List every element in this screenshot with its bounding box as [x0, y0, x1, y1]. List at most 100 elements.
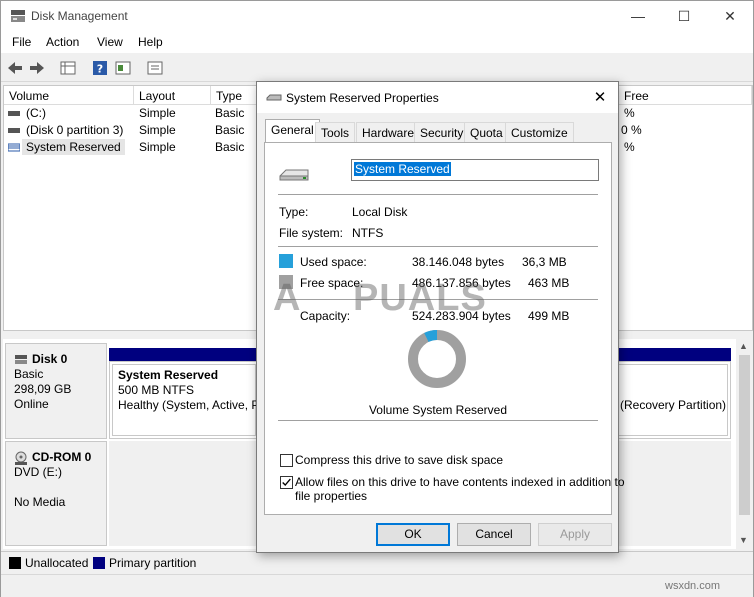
column-header-free[interactable]: Free	[619, 86, 752, 105]
disk-type: Basic	[14, 367, 44, 381]
volume-type: Basic	[215, 140, 245, 154]
hard-disk-icon	[15, 355, 27, 364]
minimize-button[interactable]: —	[615, 1, 661, 31]
menu-view[interactable]: View	[97, 35, 123, 49]
disk-0-label[interactable]: Disk 0 Basic 298,09 GB Online	[5, 343, 107, 439]
index-checkbox[interactable]	[280, 476, 293, 489]
svg-text:?: ?	[97, 63, 103, 76]
partition-recovery-status: (Recovery Partition)	[620, 398, 727, 412]
partition-size: 500 MB NTFS	[118, 383, 195, 397]
vertical-scrollbar[interactable]: ▲ ▼	[736, 339, 753, 549]
separator	[278, 246, 598, 247]
cdrom-0-label[interactable]: CD-ROM 0 DVD (E:) No Media	[5, 441, 107, 546]
dialog-title: System Reserved Properties	[286, 91, 439, 105]
tab-quota[interactable]: Quota	[464, 122, 509, 142]
free-space-size: 463 MB	[528, 276, 570, 290]
drive-icon	[8, 111, 20, 116]
separator	[278, 420, 598, 421]
legend-swatch-unallocated	[9, 557, 21, 569]
disk-management-app-icon	[11, 10, 25, 22]
index-label-line2: file properties	[295, 489, 368, 503]
tab-customize[interactable]: Customize	[505, 122, 574, 142]
menu-file[interactable]: File	[12, 35, 31, 49]
scroll-thumb[interactable]	[739, 355, 750, 515]
general-tab-panel: System Reserved Type: Local Disk File sy…	[264, 142, 625, 515]
cdrom-status: No Media	[14, 495, 66, 509]
status-bar: wsxdn.com	[1, 574, 753, 597]
ok-button[interactable]: OK	[376, 523, 450, 546]
volume-name-text: System Reserved	[354, 162, 451, 176]
volume-name: System Reserved	[22, 139, 125, 155]
forward-arrow-icon[interactable]	[28, 59, 46, 77]
compress-label: Compress this drive to save disk space	[295, 453, 504, 467]
cdrom-drive: DVD (E:)	[14, 465, 62, 479]
details-view-icon[interactable]	[114, 59, 132, 77]
volume-free: %	[624, 106, 635, 120]
disk-name: Disk 0	[32, 352, 68, 366]
file-system-label: File system:	[279, 226, 344, 240]
volume-type: Basic	[215, 123, 245, 137]
drive-large-icon	[279, 169, 309, 181]
cancel-button[interactable]: Cancel	[457, 523, 531, 546]
type-label: Type:	[279, 205, 309, 219]
scroll-down-icon[interactable]: ▼	[739, 535, 748, 545]
cdrom-name: CD-ROM 0	[32, 450, 92, 464]
column-header-layout[interactable]: Layout	[134, 86, 211, 105]
volume-layout: Simple	[139, 106, 176, 120]
properties-icon[interactable]	[146, 59, 164, 77]
dialog-close-button[interactable]: ✕	[587, 87, 613, 109]
menu-action[interactable]: Action	[46, 35, 79, 49]
legend-label-primary: Primary partition	[109, 556, 197, 570]
column-header-volume[interactable]: Volume	[4, 86, 134, 105]
compress-checkbox[interactable]	[280, 454, 293, 467]
watermark-site: wsxdn.com	[665, 580, 721, 592]
volume-layout: Simple	[139, 140, 176, 154]
used-space-slice	[424, 330, 438, 343]
partition-name: System Reserved	[118, 368, 219, 382]
maximize-button[interactable]: ☐	[661, 1, 707, 31]
partition-status: Healthy (System, Active, P	[118, 398, 260, 412]
cdrom-blank	[14, 480, 106, 495]
list-view-icon[interactable]	[59, 59, 77, 77]
disk-usage-donut-chart	[408, 330, 466, 388]
used-space-bytes: 38.146.048 bytes	[412, 255, 505, 269]
legend-swatch-primary	[93, 557, 105, 569]
volume-name: (C:)	[26, 106, 46, 120]
toolbar: ?	[1, 54, 753, 82]
close-button[interactable]: ✕	[707, 1, 753, 31]
volume-name-input[interactable]: System Reserved	[351, 159, 599, 181]
tab-hardware[interactable]: Hardware	[356, 122, 421, 142]
dialog-title-bar: System Reserved Properties ✕	[257, 82, 618, 113]
title-bar: Disk Management — ☐ ✕	[1, 1, 753, 31]
properties-dialog: System Reserved Properties ✕ General Too…	[256, 81, 625, 553]
separator	[278, 194, 598, 195]
capacity-label: Capacity:	[300, 309, 351, 323]
drive-icon	[266, 94, 282, 101]
used-space-size: 36,3 MB	[522, 255, 567, 269]
cd-drive-icon	[15, 451, 27, 465]
volume-caption: Volume System Reserved	[368, 403, 508, 417]
volume-layout: Simple	[139, 123, 176, 137]
used-space-label: Used space:	[300, 255, 367, 269]
volume-free: %	[624, 140, 635, 154]
back-arrow-icon[interactable]	[6, 59, 24, 77]
disk-size: 298,09 GB	[14, 382, 72, 396]
free-space-slice	[408, 330, 466, 388]
tab-security[interactable]: Security	[414, 122, 470, 142]
tab-general[interactable]: General	[265, 119, 320, 143]
scroll-up-icon[interactable]: ▲	[739, 341, 748, 351]
window-title: Disk Management	[31, 9, 128, 23]
file-system-value: NTFS	[352, 226, 384, 240]
apply-button[interactable]: Apply	[538, 523, 612, 546]
partition-system-reserved[interactable]: System Reserved 500 MB NTFS Healthy (Sys…	[112, 364, 260, 436]
partition-recovery[interactable]: (Recovery Partition)	[615, 364, 728, 436]
volume-name: (Disk 0 partition 3)	[26, 123, 124, 137]
watermark-text: PUALS	[353, 277, 487, 319]
menu-help[interactable]: Help	[138, 35, 163, 49]
type-value: Local Disk	[352, 205, 408, 219]
watermark-letter: A	[273, 277, 302, 319]
tab-tools[interactable]: Tools	[315, 122, 356, 142]
used-space-swatch	[279, 254, 293, 268]
disk-status: Online	[14, 397, 49, 411]
help-icon[interactable]: ?	[91, 59, 109, 77]
